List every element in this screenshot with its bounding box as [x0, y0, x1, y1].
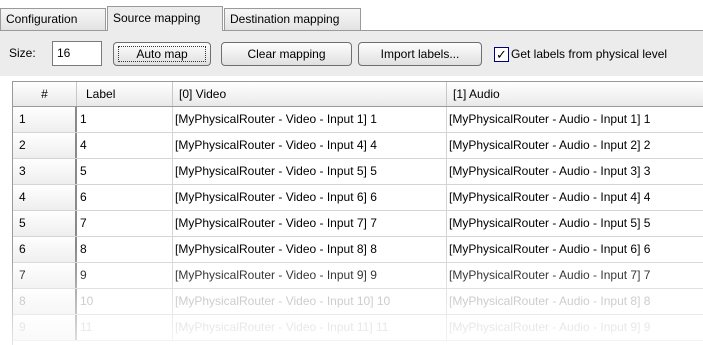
column-header-video[interactable]: [0] Video — [173, 82, 447, 106]
size-input[interactable]: 16 — [52, 41, 102, 66]
tab-source-mapping[interactable]: Source mapping — [107, 6, 223, 31]
row-number[interactable]: 2 — [13, 133, 77, 158]
video-cell[interactable]: [MyPhysicalRouter - Video - Input 4] 4 — [173, 133, 447, 158]
video-cell[interactable]: [MyPhysicalRouter - Video - Input 1] 1 — [173, 107, 447, 132]
table-row[interactable]: 7 9 [MyPhysicalRouter - Video - Input 9]… — [13, 263, 703, 289]
audio-cell[interactable]: [MyPhysicalRouter - Audio - Input 4] 4 — [447, 185, 703, 210]
row-number[interactable]: 3 — [13, 159, 77, 184]
row-number[interactable]: 5 — [13, 211, 77, 236]
table-header: # Label [0] Video [1] Audio — [13, 82, 703, 107]
auto-map-label: Auto map — [118, 46, 206, 62]
row-number[interactable]: 9 — [13, 315, 77, 340]
video-cell[interactable]: [MyPhysicalRouter - Video - Input 5] 5 — [173, 159, 447, 184]
table-row[interactable]: 8 10 [MyPhysicalRouter - Video - Input 1… — [13, 289, 703, 315]
table-row[interactable]: 1 1 [MyPhysicalRouter - Video - Input 1]… — [13, 107, 703, 133]
table-row[interactable]: 3 5 [MyPhysicalRouter - Video - Input 5]… — [13, 159, 703, 185]
label-cell[interactable]: 9 — [78, 263, 173, 288]
physical-level-checkbox-label[interactable]: Get labels from physical level — [511, 47, 667, 61]
label-cell[interactable]: 1 — [78, 107, 173, 132]
table-row[interactable]: 6 8 [MyPhysicalRouter - Video - Input 8]… — [13, 237, 703, 263]
label-cell[interactable]: 6 — [78, 185, 173, 210]
column-header-audio[interactable]: [1] Audio — [447, 82, 703, 106]
clear-mapping-button[interactable]: Clear mapping — [221, 42, 352, 66]
row-number[interactable]: 1 — [13, 107, 77, 132]
audio-cell[interactable]: [MyPhysicalRouter - Audio - Input 5] 5 — [447, 211, 703, 236]
label-cell[interactable]: 7 — [78, 211, 173, 236]
import-labels-button[interactable]: Import labels... — [358, 42, 482, 66]
audio-cell[interactable]: [MyPhysicalRouter - Audio - Input 3] 3 — [447, 159, 703, 184]
video-cell[interactable]: [MyPhysicalRouter - Video - Input 8] 8 — [173, 237, 447, 262]
size-label: Size: — [9, 46, 36, 60]
label-cell[interactable]: 11 — [78, 315, 173, 340]
column-header-number[interactable]: # — [13, 82, 77, 106]
video-cell[interactable]: [MyPhysicalRouter - Video - Input 11] 11 — [173, 315, 447, 340]
tab-strip: Configuration Source mapping Destination… — [0, 0, 703, 31]
row-number[interactable]: 8 — [13, 289, 77, 314]
table-row[interactable]: 9 11 [MyPhysicalRouter - Video - Input 1… — [13, 315, 703, 341]
source-mapping-table: # Label [0] Video [1] Audio 1 1 [MyPhysi… — [12, 81, 703, 345]
table-row[interactable]: 2 4 [MyPhysicalRouter - Video - Input 4]… — [13, 133, 703, 159]
audio-cell[interactable]: [MyPhysicalRouter - Audio - Input 2] 2 — [447, 133, 703, 158]
physical-level-checkbox[interactable]: ✓ — [494, 47, 509, 62]
audio-cell[interactable]: [MyPhysicalRouter - Audio - Input 8] 8 — [447, 289, 703, 314]
label-cell[interactable]: 5 — [78, 159, 173, 184]
audio-cell[interactable]: [MyPhysicalRouter - Audio - Input 7] 7 — [447, 263, 703, 288]
table-row[interactable]: 4 6 [MyPhysicalRouter - Video - Input 6]… — [13, 185, 703, 211]
table-row[interactable]: 5 7 [MyPhysicalRouter - Video - Input 7]… — [13, 211, 703, 237]
column-header-label[interactable]: Label — [78, 82, 173, 106]
audio-cell[interactable]: [MyPhysicalRouter - Audio - Input 6] 6 — [447, 237, 703, 262]
row-number[interactable]: 7 — [13, 263, 77, 288]
video-cell[interactable]: [MyPhysicalRouter - Video - Input 10] 10 — [173, 289, 447, 314]
auto-map-button[interactable]: Auto map — [113, 42, 211, 66]
video-cell[interactable]: [MyPhysicalRouter - Video - Input 6] 6 — [173, 185, 447, 210]
row-number[interactable]: 4 — [13, 185, 77, 210]
audio-cell[interactable]: [MyPhysicalRouter - Audio - Input 1] 1 — [447, 107, 703, 132]
tab-destination-mapping[interactable]: Destination mapping — [224, 8, 361, 31]
label-cell[interactable]: 10 — [78, 289, 173, 314]
mapping-toolbar: Size: 16 Auto map Clear mapping Import l… — [0, 31, 703, 76]
label-cell[interactable]: 4 — [78, 133, 173, 158]
video-cell[interactable]: [MyPhysicalRouter - Video - Input 9] 9 — [173, 263, 447, 288]
row-number[interactable]: 6 — [13, 237, 77, 262]
label-cell[interactable]: 8 — [78, 237, 173, 262]
tab-configuration[interactable]: Configuration — [0, 8, 106, 31]
audio-cell[interactable]: [MyPhysicalRouter - Audio - Input 9] 9 — [447, 315, 703, 340]
video-cell[interactable]: [MyPhysicalRouter - Video - Input 7] 7 — [173, 211, 447, 236]
